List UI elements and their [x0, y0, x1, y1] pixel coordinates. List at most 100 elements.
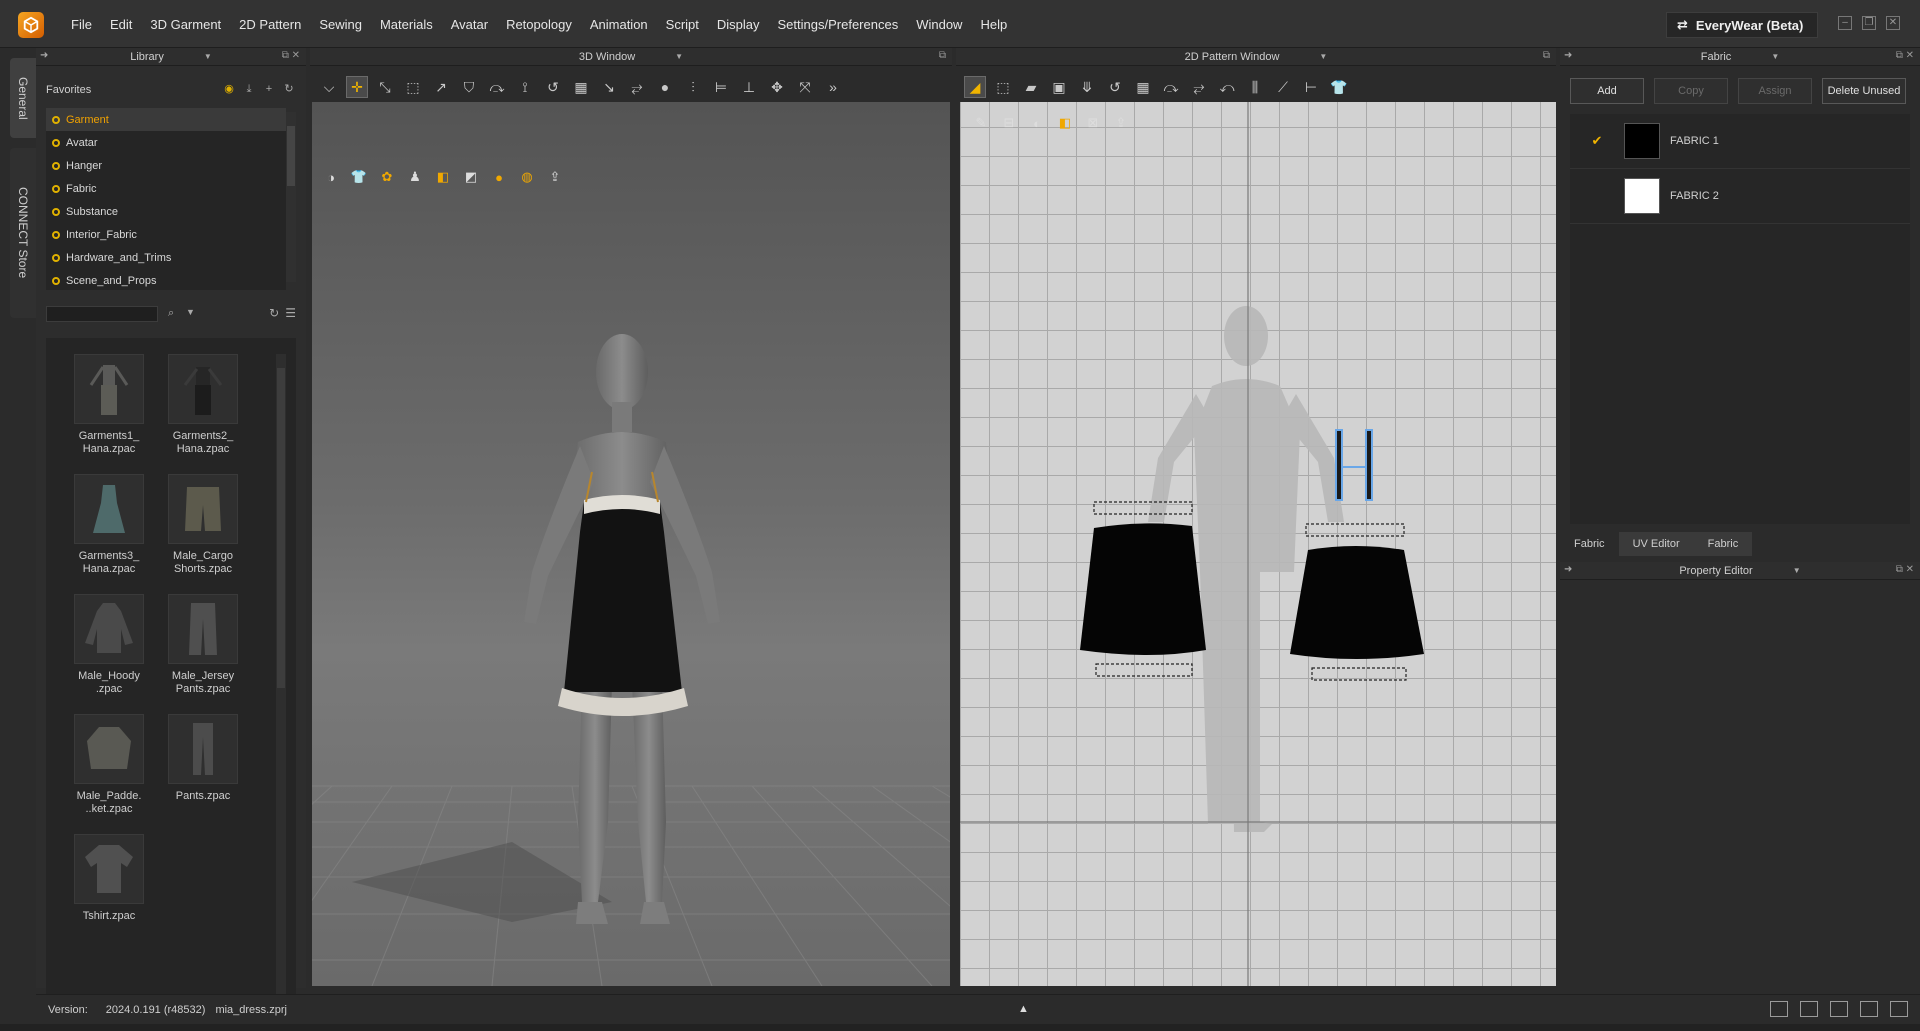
- app-logo-icon[interactable]: [18, 12, 44, 38]
- scroll-thumb[interactable]: [277, 368, 285, 688]
- pin-icon[interactable]: ➜: [40, 50, 48, 61]
- menu-settings[interactable]: Settings/Preferences: [769, 17, 908, 32]
- layout-triple-icon[interactable]: [1830, 1001, 1848, 1017]
- tack-icon[interactable]: ↺: [1104, 76, 1126, 98]
- export-icon[interactable]: ⇪: [544, 166, 566, 188]
- edit-texture-icon[interactable]: ▦: [1132, 76, 1154, 98]
- trace-icon[interactable]: ↘: [598, 76, 620, 98]
- workspace-button[interactable]: ⇄ EveryWear (Beta): [1666, 12, 1818, 38]
- measure-icon[interactable]: ⊥: [738, 76, 760, 98]
- measure-icon[interactable]: ⊢: [1300, 76, 1322, 98]
- free-sewing-icon[interactable]: ⤺: [1216, 76, 1238, 98]
- avatar-show-icon[interactable]: ♟: [404, 166, 426, 188]
- brush-icon[interactable]: ⤼: [486, 76, 508, 98]
- list-view-icon[interactable]: ☰: [285, 306, 296, 320]
- library-item[interactable]: Garments3_ Hana.zpac: [62, 474, 156, 576]
- add-fabric-button[interactable]: Add: [1570, 78, 1644, 104]
- line-tool-icon[interactable]: ⟋: [1272, 76, 1294, 98]
- panel-close-icon[interactable]: ⧉ ✕: [282, 50, 300, 61]
- minimize-icon[interactable]: –: [1838, 16, 1852, 30]
- fold-icon[interactable]: ⤼: [1160, 76, 1182, 98]
- menu-edit[interactable]: Edit: [101, 17, 141, 32]
- favorite-item-garment[interactable]: Garment: [46, 108, 286, 131]
- edit-pattern-icon[interactable]: ▦: [570, 76, 592, 98]
- align-icon[interactable]: ⊨: [710, 76, 732, 98]
- library-item[interactable]: Male_Hoody .zpac: [62, 594, 156, 696]
- layout-custom-icon[interactable]: [1890, 1001, 1908, 1017]
- select-move-icon[interactable]: ⬚: [402, 76, 424, 98]
- more-tools-icon[interactable]: »: [822, 76, 844, 98]
- menu-sewing[interactable]: Sewing: [310, 17, 371, 32]
- favorite-item-substance[interactable]: Substance: [46, 200, 286, 223]
- layout-single-icon[interactable]: [1770, 1001, 1788, 1017]
- library-item[interactable]: Garments1_ Hana.zpac: [62, 354, 156, 456]
- fold-arrangement-icon[interactable]: ⟟: [514, 76, 536, 98]
- rectangle-icon[interactable]: ▣: [1048, 76, 1070, 98]
- tack-icon[interactable]: ↺: [542, 76, 564, 98]
- segment-sewing-icon[interactable]: ↗: [430, 76, 452, 98]
- favorite-item-hanger[interactable]: Hanger: [46, 154, 286, 177]
- menu-window[interactable]: Window: [907, 17, 971, 32]
- thumbnails-scrollbar[interactable]: [276, 354, 286, 1014]
- globe-icon[interactable]: ◍: [516, 166, 538, 188]
- favorite-item-fabric[interactable]: Fabric: [46, 177, 286, 200]
- pattern-show-icon[interactable]: ◩: [460, 166, 482, 188]
- library-item[interactable]: Pants.zpac: [156, 714, 250, 816]
- scroll-thumb[interactable]: [287, 126, 295, 186]
- favorite-item-avatar[interactable]: Avatar: [46, 131, 286, 154]
- fabric-show-icon[interactable]: ◧: [432, 166, 454, 188]
- tab-general[interactable]: General: [10, 58, 36, 138]
- chevron-down-icon[interactable]: ▼: [204, 52, 212, 61]
- panel-float-icon[interactable]: ⧉: [1543, 50, 1550, 61]
- avatar-head-icon[interactable]: ●: [488, 166, 510, 188]
- fabric-row[interactable]: ✔ FABRIC 1: [1570, 114, 1910, 169]
- menu-animation[interactable]: Animation: [581, 17, 657, 32]
- avatar-display-icon[interactable]: ◑: [320, 166, 342, 188]
- 2d-viewport[interactable]: ✎ ⊟ ◐ ◧ ⊠ ⇪: [960, 102, 1556, 986]
- garment-icon[interactable]: 👕: [1328, 76, 1350, 98]
- sewing-icon[interactable]: ⥂: [1188, 76, 1210, 98]
- copy-fabric-button[interactable]: Copy: [1654, 78, 1728, 104]
- transform-icon[interactable]: ✥: [766, 76, 788, 98]
- polygon-icon[interactable]: ▰: [1020, 76, 1042, 98]
- menu-display[interactable]: Display: [708, 17, 769, 32]
- menu-2d-pattern[interactable]: 2D Pattern: [230, 17, 310, 32]
- pin-icon[interactable]: ➜: [1564, 564, 1572, 575]
- panel-float-icon[interactable]: ⧉: [939, 50, 946, 61]
- texture-display-icon[interactable]: ✿: [376, 166, 398, 188]
- pattern-export-icon[interactable]: ⇪: [1110, 112, 1132, 134]
- tab-fabric-2[interactable]: Fabric: [1693, 532, 1753, 556]
- fabric-row[interactable]: FABRIC 2: [1570, 169, 1910, 224]
- layout-quad-icon[interactable]: [1860, 1001, 1878, 1017]
- pattern-fabric-icon[interactable]: ◧: [1054, 112, 1076, 134]
- library-item[interactable]: Male_Padde. ..ket.zpac: [62, 714, 156, 816]
- move-tool-icon[interactable]: ✛: [346, 76, 368, 98]
- pattern-lock-icon[interactable]: ⊠: [1082, 112, 1104, 134]
- pattern-line-icon[interactable]: ✎: [970, 112, 992, 134]
- sewing-icon[interactable]: ⥂: [626, 76, 648, 98]
- pin-icon[interactable]: ➜: [1564, 50, 1572, 61]
- restore-icon[interactable]: ❐: [1862, 16, 1876, 30]
- panel-close-icon[interactable]: ⧉ ✕: [1896, 564, 1914, 575]
- menu-avatar[interactable]: Avatar: [442, 17, 497, 32]
- close-icon[interactable]: ✕: [1886, 16, 1900, 30]
- garment-fold-icon[interactable]: ⛉: [458, 76, 480, 98]
- chevron-down-icon[interactable]: ▼: [1771, 52, 1779, 61]
- delete-unused-button[interactable]: Delete Unused: [1822, 78, 1906, 104]
- tab-uv-editor[interactable]: UV Editor: [1618, 532, 1694, 556]
- library-item[interactable]: Garments2_ Hana.zpac: [156, 354, 250, 456]
- transform-pattern-icon[interactable]: ◢: [964, 76, 986, 98]
- library-item[interactable]: Male_Jersey Pants.zpac: [156, 594, 250, 696]
- select-mesh-icon[interactable]: ⌵: [318, 76, 340, 98]
- menu-3d-garment[interactable]: 3D Garment: [141, 17, 230, 32]
- menu-file[interactable]: File: [62, 17, 101, 32]
- menu-script[interactable]: Script: [657, 17, 708, 32]
- chevron-down-icon[interactable]: ▼: [1319, 52, 1327, 61]
- download-icon[interactable]: ⤓: [242, 82, 256, 96]
- pin-tool-icon[interactable]: ⤡: [374, 76, 396, 98]
- add-icon[interactable]: +: [262, 82, 276, 96]
- tab-fabric[interactable]: Fabric: [1560, 532, 1619, 556]
- tab-connect-store[interactable]: CONNECT Store: [10, 148, 36, 318]
- chevron-down-icon[interactable]: ▼: [675, 52, 683, 61]
- favorite-item-interior-fabric[interactable]: Interior_Fabric: [46, 223, 286, 246]
